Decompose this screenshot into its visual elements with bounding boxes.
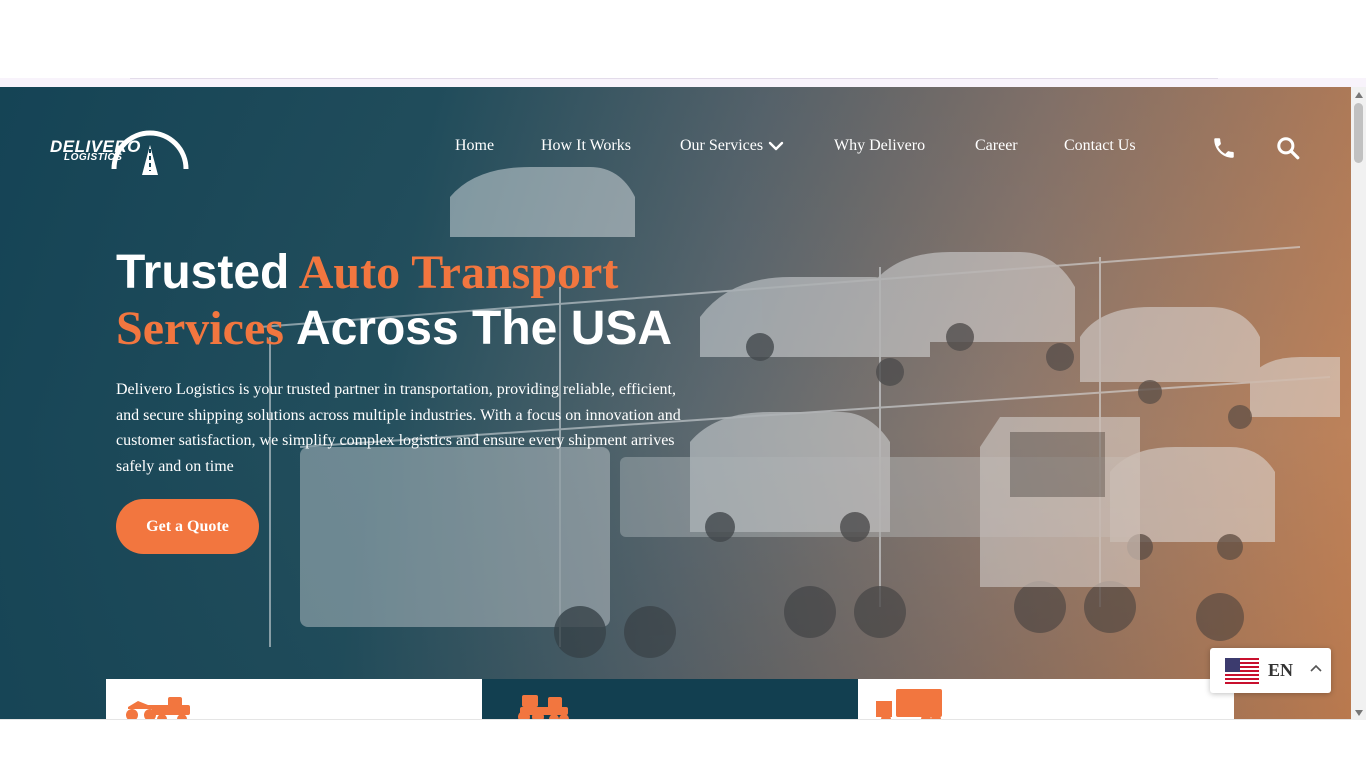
vertical-scrollbar[interactable]: [1351, 87, 1366, 720]
road-arch-icon: [111, 130, 189, 175]
delivero-logo[interactable]: DELIVERO LOGISTICS: [46, 119, 191, 177]
us-flag-icon: [1225, 658, 1259, 684]
nav-item-contact-us[interactable]: Contact Us: [1064, 137, 1136, 155]
phone-icon: [1214, 138, 1234, 158]
nav-item-career[interactable]: Career: [975, 137, 1018, 155]
service-card-motorcycle[interactable]: [106, 679, 482, 720]
nav-item-why-delivero[interactable]: Why Delivero: [834, 137, 925, 155]
language-switcher[interactable]: EN: [1210, 648, 1331, 693]
triangle-up-icon: [1354, 91, 1363, 98]
hero-intro-text: Delivero Logistics is your trusted partn…: [116, 381, 681, 475]
scroll-up-arrow[interactable]: [1351, 87, 1366, 102]
chevron-up-icon: [1310, 664, 1322, 672]
nav-item-home[interactable]: Home: [455, 137, 494, 155]
motorcycle-truck-icon: [126, 697, 190, 720]
tractor-truck-icon: [518, 695, 569, 720]
page-bottom-area: [0, 720, 1366, 768]
get-a-quote-button[interactable]: Get a Quote: [116, 499, 259, 554]
scroll-thumb[interactable]: [1354, 103, 1363, 163]
headline-line-2: Services Across The USA: [116, 301, 736, 357]
hero-headline: Trusted Auto Transport Services Across T…: [116, 245, 736, 357]
headline-line-1: Trusted Auto Transport: [116, 245, 736, 301]
scroll-down-arrow[interactable]: [1351, 705, 1366, 720]
language-code: EN: [1268, 660, 1294, 680]
headline-part-4: Across The USA: [295, 302, 673, 355]
nav-item-how-it-works[interactable]: How It Works: [541, 137, 631, 155]
headline-part-3: Services: [116, 302, 284, 355]
box-truck-icon: [876, 689, 942, 720]
service-card-box-truck[interactable]: [858, 679, 1234, 720]
top-band-divider: [130, 78, 1218, 79]
phone-button[interactable]: [1211, 135, 1237, 161]
top-band: [0, 78, 1366, 87]
chevron-down-icon: [768, 141, 784, 151]
headline-part-1: Trusted: [116, 246, 290, 299]
search-icon: [1277, 137, 1300, 160]
nav-item-our-services-label: Our Services: [680, 137, 764, 154]
triangle-down-icon: [1354, 709, 1363, 716]
page-top-area: [0, 0, 1366, 78]
headline-part-2: Auto Transport: [298, 246, 619, 299]
service-card-heavy-equipment[interactable]: [482, 679, 858, 720]
hero-section: DELIVERO LOGISTICS Home How It Works Our…: [0, 87, 1351, 720]
nav-item-our-services[interactable]: Our Services: [680, 137, 784, 155]
search-button[interactable]: [1275, 135, 1301, 161]
